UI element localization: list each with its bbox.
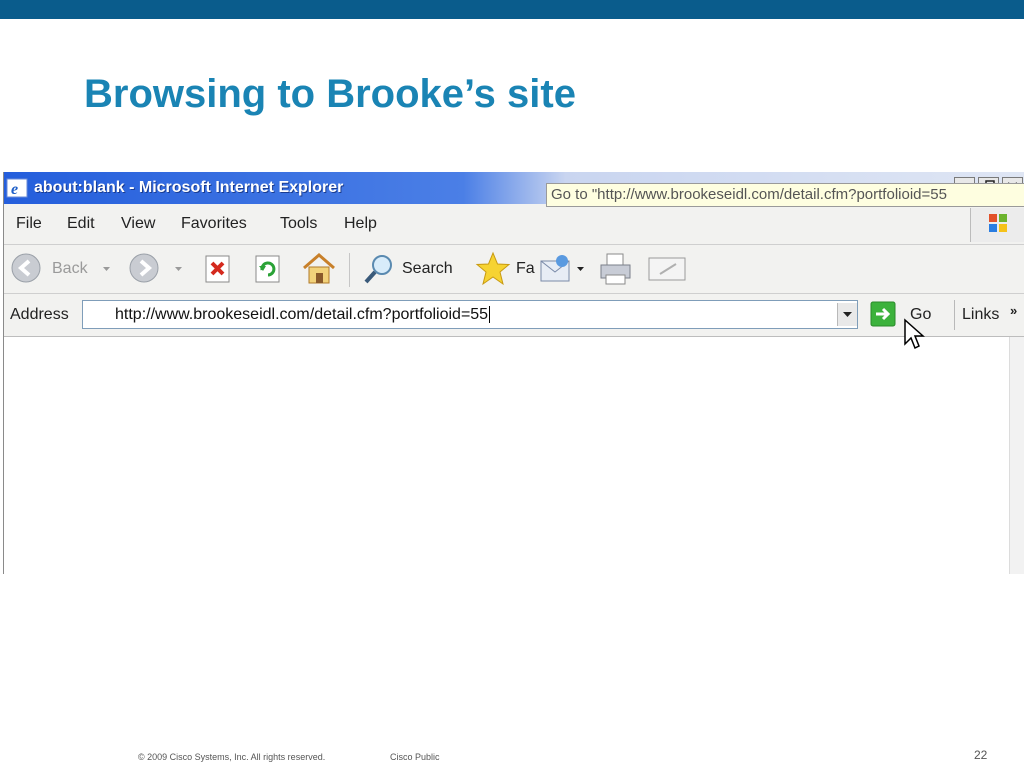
menu-tools[interactable]: Tools — [280, 215, 317, 233]
ie-window: e about:blank - Microsoft Internet Explo… — [3, 172, 1024, 574]
refresh-icon[interactable] — [252, 253, 284, 285]
footer-copyright: © 2009 Cisco Systems, Inc. All rights re… — [138, 752, 326, 762]
menu-edit[interactable]: Edit — [67, 215, 95, 233]
links-chevron[interactable]: » — [1010, 303, 1017, 318]
stop-icon[interactable] — [202, 253, 234, 285]
back-icon[interactable] — [10, 252, 44, 286]
menu-file[interactable]: File — [16, 215, 42, 233]
page-number: 22 — [974, 748, 988, 762]
links-button[interactable]: Links — [962, 306, 999, 324]
forward-dropdown-icon[interactable] — [174, 264, 184, 274]
standard-toolbar: Back Search Fa — [4, 245, 1024, 294]
window-title: about:blank - Microsoft Internet Explore… — [34, 179, 344, 196]
address-url: http://www.brookeseidl.com/detail.cfm?po… — [115, 306, 489, 323]
menu-favorites[interactable]: Favorites — [181, 215, 247, 233]
text-caret — [489, 306, 491, 324]
page-content-area[interactable] — [4, 337, 1024, 574]
windows-flag — [970, 208, 1024, 242]
links-separator — [954, 300, 955, 330]
home-icon[interactable] — [300, 250, 338, 286]
forward-icon[interactable] — [128, 252, 162, 286]
top-band — [0, 0, 1024, 19]
go-tooltip: Go to "http://www.brookeseidl.com/detail… — [546, 183, 1024, 207]
address-input[interactable]: http://www.brookeseidl.com/detail.cfm?po… — [82, 300, 858, 329]
vertical-scrollbar[interactable] — [1009, 337, 1024, 574]
footer-classification: Cisco Public — [390, 752, 440, 762]
menu-bar: File Edit View Favorites Tools Help — [4, 204, 1024, 245]
search-icon[interactable] — [360, 251, 398, 287]
ie-logo-icon: e — [6, 178, 28, 198]
edit-icon[interactable] — [646, 254, 688, 284]
slide-title: Browsing to Brooke’s site — [84, 72, 576, 116]
toolbar-separator — [349, 253, 350, 287]
svg-text:e: e — [11, 181, 18, 198]
mail-dropdown-icon[interactable] — [576, 264, 586, 274]
address-bar: Address http://www.brookeseidl.com/detai… — [4, 294, 1024, 337]
windows-logo-icon — [989, 214, 1007, 232]
search-label[interactable]: Search — [402, 260, 453, 278]
back-dropdown-icon[interactable] — [102, 264, 112, 274]
back-label[interactable]: Back — [52, 260, 88, 278]
mail-icon[interactable] — [538, 253, 574, 285]
menu-help[interactable]: Help — [344, 215, 377, 233]
chevron-down-icon — [843, 312, 852, 317]
favorites-star-icon[interactable] — [474, 250, 512, 288]
print-icon[interactable] — [598, 251, 634, 287]
favorites-label[interactable]: Fa — [516, 260, 535, 278]
address-dropdown-button[interactable] — [837, 303, 857, 326]
menu-view[interactable]: View — [121, 215, 155, 233]
address-label: Address — [10, 306, 69, 323]
mouse-cursor-icon — [904, 318, 925, 350]
go-arrow-icon[interactable] — [870, 301, 896, 327]
